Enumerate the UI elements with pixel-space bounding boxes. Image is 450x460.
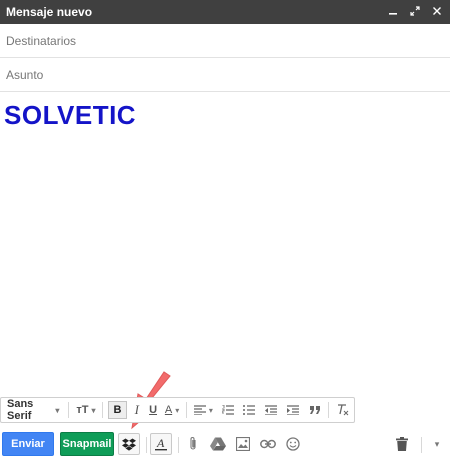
recipients-placeholder: Destinatarios	[6, 33, 77, 48]
subject-field[interactable]: Asunto	[0, 58, 450, 92]
align-button[interactable]: ▾	[190, 398, 217, 422]
insert-emoji-button[interactable]	[282, 433, 304, 455]
chevron-down-icon: ▾	[434, 438, 440, 449]
formatting-toolbar: Sans Serif ▾ тT ▾ B I U A ▾ ▾	[0, 397, 355, 423]
chevron-down-icon: ▾	[91, 405, 96, 415]
font-family-select[interactable]: Sans Serif ▾	[1, 398, 65, 422]
toolbar-divider	[328, 402, 330, 418]
toolbar-divider	[102, 402, 104, 418]
numbered-list-icon	[221, 405, 234, 415]
snapmail-button[interactable]: Snapmail	[60, 432, 114, 456]
indent-more-icon	[286, 405, 299, 415]
chevron-down-icon: ▾	[55, 405, 60, 415]
insert-photo-button[interactable]	[232, 433, 254, 455]
toolbar-divider	[146, 437, 147, 453]
clear-formatting-button[interactable]	[332, 398, 354, 422]
trash-icon	[396, 437, 408, 451]
text-color-label: A	[164, 404, 173, 416]
minimize-icon[interactable]	[386, 4, 400, 18]
bulleted-list-button[interactable]	[239, 398, 261, 422]
expand-icon[interactable]	[408, 4, 422, 18]
text-color-button[interactable]: A ▾	[161, 398, 183, 422]
message-body[interactable]: SOLVETIC	[0, 92, 450, 392]
toolbar-divider	[68, 402, 70, 418]
numbered-list-button[interactable]	[217, 398, 239, 422]
dropbox-button[interactable]	[118, 433, 140, 455]
photo-icon	[236, 437, 250, 451]
underline-button[interactable]: U	[145, 398, 161, 422]
send-button[interactable]: Enviar	[2, 432, 54, 456]
link-icon	[260, 439, 276, 449]
chevron-down-icon: ▾	[208, 405, 213, 415]
recipients-field[interactable]: Destinatarios	[0, 24, 450, 58]
svg-text:A: A	[156, 437, 165, 450]
message-body-text: SOLVETIC	[4, 100, 137, 130]
close-icon[interactable]	[430, 4, 444, 18]
dropbox-icon	[122, 438, 136, 451]
indent-less-icon	[265, 405, 278, 415]
chevron-down-icon: ▾	[175, 405, 180, 415]
quote-button[interactable]	[304, 398, 326, 422]
clear-formatting-icon	[338, 404, 349, 416]
text-format-icon: A	[155, 437, 167, 451]
more-options-button[interactable]: ▾	[426, 433, 448, 455]
bold-button[interactable]: B	[108, 401, 127, 419]
font-size-select[interactable]: тT ▾	[72, 398, 99, 422]
google-drive-button[interactable]	[207, 433, 229, 455]
align-left-icon	[193, 405, 206, 415]
subject-placeholder: Asunto	[6, 67, 44, 82]
window-controls	[386, 4, 444, 18]
attach-file-button[interactable]	[182, 433, 204, 455]
paperclip-icon	[190, 437, 196, 450]
google-drive-icon	[210, 437, 226, 451]
toolbar-divider	[421, 437, 422, 453]
italic-button[interactable]: I	[129, 398, 145, 422]
font-family-label: Sans Serif	[7, 398, 34, 422]
formatting-options-button[interactable]: A	[150, 433, 172, 455]
toolbar-divider	[185, 402, 187, 418]
compose-title: Mensaje nuevo	[6, 5, 93, 19]
compose-bottom-toolbar: Enviar Snapmail A ▾	[0, 428, 450, 460]
indent-more-button[interactable]	[282, 398, 304, 422]
emoji-icon	[286, 437, 300, 451]
toolbar-divider	[178, 437, 179, 453]
insert-link-button[interactable]	[257, 433, 279, 455]
bulleted-list-icon	[243, 405, 256, 415]
discard-draft-button[interactable]	[391, 433, 413, 455]
font-size-label: тT	[76, 404, 89, 416]
quote-icon	[309, 406, 320, 414]
indent-less-button[interactable]	[260, 398, 282, 422]
compose-title-bar: Mensaje nuevo	[0, 0, 450, 24]
